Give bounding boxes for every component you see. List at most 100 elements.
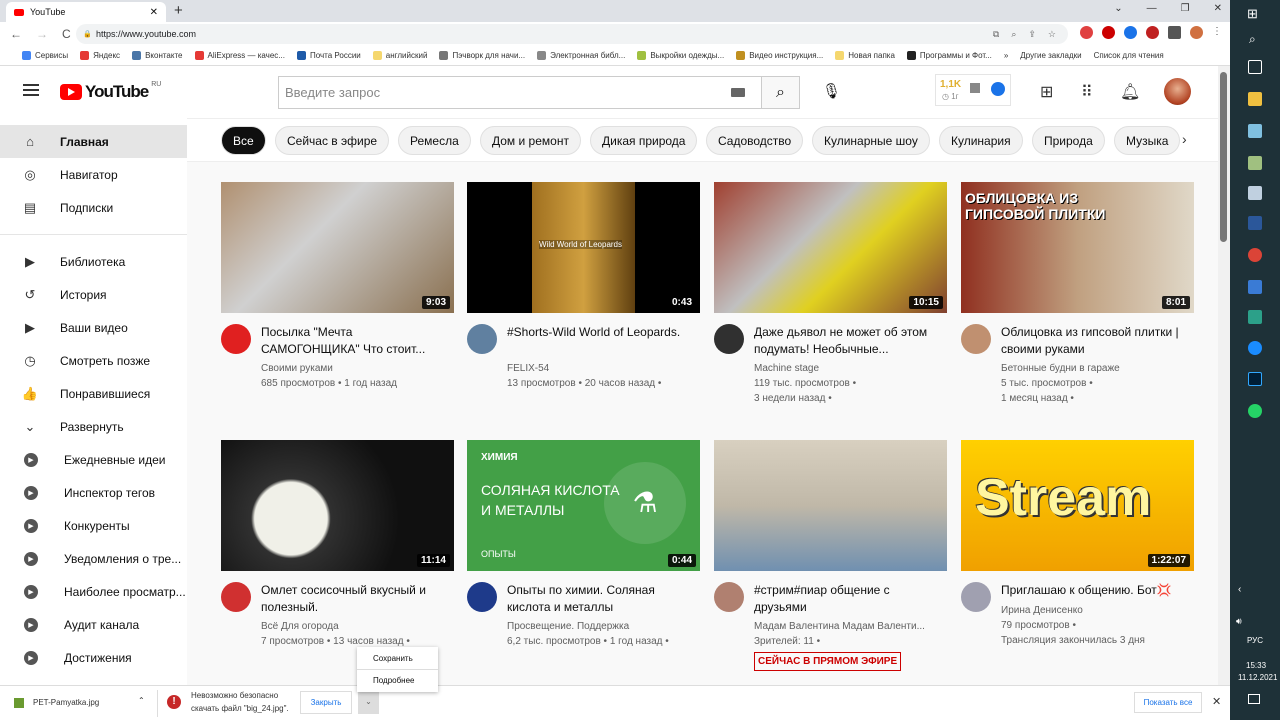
filter-chip[interactable]: Музыка	[1114, 126, 1181, 155]
sidebar-item[interactable]: ◷ Смотреть позже	[0, 344, 187, 377]
profile-avatar[interactable]	[1190, 26, 1203, 39]
page-scrollbar[interactable]	[1218, 66, 1230, 685]
taskbar-search-icon[interactable]: ⌕	[1249, 32, 1256, 47]
filter-chip[interactable]: Сейчас в эфире	[275, 126, 390, 155]
notifications-icon[interactable]	[1248, 694, 1260, 704]
bookmark-item[interactable]: Электронная библ...	[537, 51, 625, 60]
app-icon[interactable]	[1248, 310, 1262, 324]
video-thumbnail[interactable]: Stream 1:22:07	[961, 440, 1194, 571]
clock-time[interactable]: 15:33	[1246, 661, 1266, 670]
video-card[interactable]: 10:15 Даже дьявол не может об этом подума…	[714, 182, 947, 404]
channel-avatar[interactable]	[961, 324, 991, 354]
filter-chip[interactable]: Садоводство	[706, 126, 804, 155]
youtube-logo[interactable]: YouTube RU	[60, 81, 161, 102]
video-thumbnail[interactable]: 9:03	[221, 182, 454, 313]
star-icon[interactable]: ☆	[1048, 29, 1056, 40]
word-icon[interactable]	[1248, 216, 1262, 230]
video-thumbnail[interactable]: ОБЛИЦОВКА ИЗ ГИПСОВОЙ ПЛИТКИ 8:01	[961, 182, 1194, 313]
bookmark-item[interactable]: Пэчворк для начи...	[439, 51, 525, 60]
sidebar-item[interactable]: ↺ История	[0, 278, 187, 311]
calculator-icon[interactable]	[1248, 280, 1262, 294]
maximize-button[interactable]: ❐	[1181, 3, 1190, 14]
sidebar-item[interactable]: ⌄ Развернуть	[0, 410, 187, 443]
video-card[interactable]: ОБЛИЦОВКА ИЗ ГИПСОВОЙ ПЛИТКИ 8:01 Облицовк…	[961, 182, 1194, 404]
channel-avatar[interactable]	[467, 582, 497, 612]
photoshop-icon[interactable]	[1248, 372, 1262, 386]
download-options-button[interactable]: ⌄	[358, 691, 379, 714]
sidebar-item[interactable]: ▶ Конкуренты	[0, 509, 187, 542]
download-file-name[interactable]: PET-Pamyatka.jpg	[33, 698, 99, 707]
sidebar-item[interactable]: ▶ Наиболее просматр...	[0, 575, 187, 608]
new-tab-button[interactable]: +	[174, 2, 183, 19]
video-title[interactable]: Омлет сосисочный вкусный и полезный.	[261, 582, 451, 616]
chrome-icon[interactable]	[1248, 248, 1262, 262]
extension-tubebuddy-icon[interactable]	[1124, 26, 1137, 39]
filter-chip[interactable]: Ремесла	[398, 126, 471, 155]
app-icon[interactable]	[1248, 186, 1262, 200]
keyboard-icon[interactable]	[731, 88, 745, 97]
close-download-bar-icon[interactable]: ✕	[1212, 695, 1221, 708]
sidebar-item[interactable]: ▶ Ежедневные идеи	[0, 443, 187, 476]
sidebar-item[interactable]: ▶ Аудит канала	[0, 608, 187, 641]
video-card[interactable]: ХИМИЯ СОЛЯНАЯ КИСЛОТА И МЕТАЛЛЫ ОПЫТЫ ⚗ 0:44…	[467, 440, 700, 647]
channel-name[interactable]: Всё Для огорода	[261, 619, 451, 634]
notifications-bell-icon[interactable]: 🔔︎	[1120, 82, 1140, 102]
video-card[interactable]: Stream 1:22:07 Приглашаю к общению. Бот💢 Ир…	[961, 440, 1194, 646]
video-title[interactable]: Даже дьявол не может об этом подумать! Н…	[754, 324, 944, 358]
filter-chip[interactable]: Кулинарные шоу	[812, 126, 930, 155]
tab-search-icon[interactable]: ⌄	[1114, 3, 1122, 14]
app-icon[interactable]	[1248, 156, 1262, 170]
sidebar-item[interactable]: ▶ Ваши видео	[0, 311, 187, 344]
channel-name[interactable]: FELIX-54	[507, 361, 697, 376]
video-title[interactable]: #стрим#пиар общение с друзьями	[754, 582, 944, 616]
tubebuddy-stats[interactable]: 1,1K ◷ 1г	[935, 74, 1011, 106]
show-hidden-icons[interactable]: ‹	[1238, 584, 1241, 595]
microphone-icon[interactable]: 🎙	[822, 82, 841, 100]
open-external-icon[interactable]: ⧉	[993, 29, 999, 40]
filter-chip[interactable]: Дикая природа	[590, 126, 698, 155]
bookmark-item[interactable]: Выкройки одежды...	[637, 51, 724, 60]
channel-avatar[interactable]	[714, 582, 744, 612]
task-view-icon[interactable]	[1248, 60, 1262, 74]
scrollbar-thumb[interactable]	[1220, 72, 1227, 242]
extension-c-icon[interactable]	[1146, 26, 1159, 39]
sidebar-item[interactable]: ▶ Уведомления о тре...	[0, 542, 187, 575]
filter-chip[interactable]: Природа	[1032, 126, 1105, 155]
sidebar-item[interactable]: ⌂ Главная	[0, 125, 187, 158]
minimize-button[interactable]: —	[1147, 3, 1157, 14]
sidebar-item[interactable]: 👍 Понравившиеся	[0, 377, 187, 410]
channel-name[interactable]: Своими руками	[261, 361, 451, 376]
bookmark-item[interactable]: Новая папка	[835, 51, 895, 60]
bookmark-item[interactable]: AliExpress — качес...	[194, 51, 285, 60]
bookmark-item[interactable]: Сервисы	[22, 51, 68, 60]
reading-list[interactable]: Список для чтения	[1094, 51, 1164, 60]
sidebar-item[interactable]: ▶ Достижения	[0, 641, 187, 674]
extension-target-icon[interactable]	[1080, 26, 1093, 39]
back-button[interactable]: ←	[10, 27, 22, 41]
sidebar-item[interactable]: ▶ Библиотека	[0, 245, 187, 278]
file-explorer-icon[interactable]	[1248, 92, 1262, 106]
sidebar-item[interactable]: ▶ Инспектор тегов	[0, 476, 187, 509]
forward-button[interactable]: →	[36, 27, 48, 41]
menu-item-details[interactable]: Подробнее	[357, 669, 438, 691]
extension-pinterest-icon[interactable]	[1102, 26, 1115, 39]
video-thumbnail[interactable]: ХИМИЯ СОЛЯНАЯ КИСЛОТА И МЕТАЛЛЫ ОПЫТЫ ⚗ 0:44	[467, 440, 700, 571]
address-bar[interactable]: 🔒 https://www.youtube.com ⧉ ⌕ ⇪ ☆	[76, 24, 1068, 44]
whatsapp-icon[interactable]	[1248, 404, 1262, 418]
video-thumbnail[interactable]	[714, 440, 947, 571]
bookmark-item[interactable]: Почта России	[296, 51, 361, 60]
chrome-menu-icon[interactable]: ⋮	[1212, 26, 1222, 39]
create-video-icon[interactable]: ⊞	[1040, 82, 1053, 102]
messenger-icon[interactable]	[1248, 341, 1262, 355]
close-download-button[interactable]: Закрыть	[300, 691, 352, 714]
filter-chip[interactable]: Все	[221, 126, 266, 155]
bookmark-item[interactable]: Видео инструкция...	[736, 51, 823, 60]
share-icon[interactable]: ⇪	[1028, 29, 1036, 40]
video-card[interactable]: #стрим#пиар общение с друзьями Мадам Вале…	[714, 440, 947, 671]
reload-button[interactable]: C	[62, 27, 71, 41]
bookmarks-more-button[interactable]: »	[1004, 51, 1008, 60]
channel-name[interactable]: Просвещение. Поддержка	[507, 619, 697, 634]
bookmark-item[interactable]: Вконтакте	[132, 51, 183, 60]
volume-icon[interactable]: 🔊︎	[1236, 616, 1242, 627]
windows-start-icon[interactable]: ⊞	[1247, 6, 1258, 22]
